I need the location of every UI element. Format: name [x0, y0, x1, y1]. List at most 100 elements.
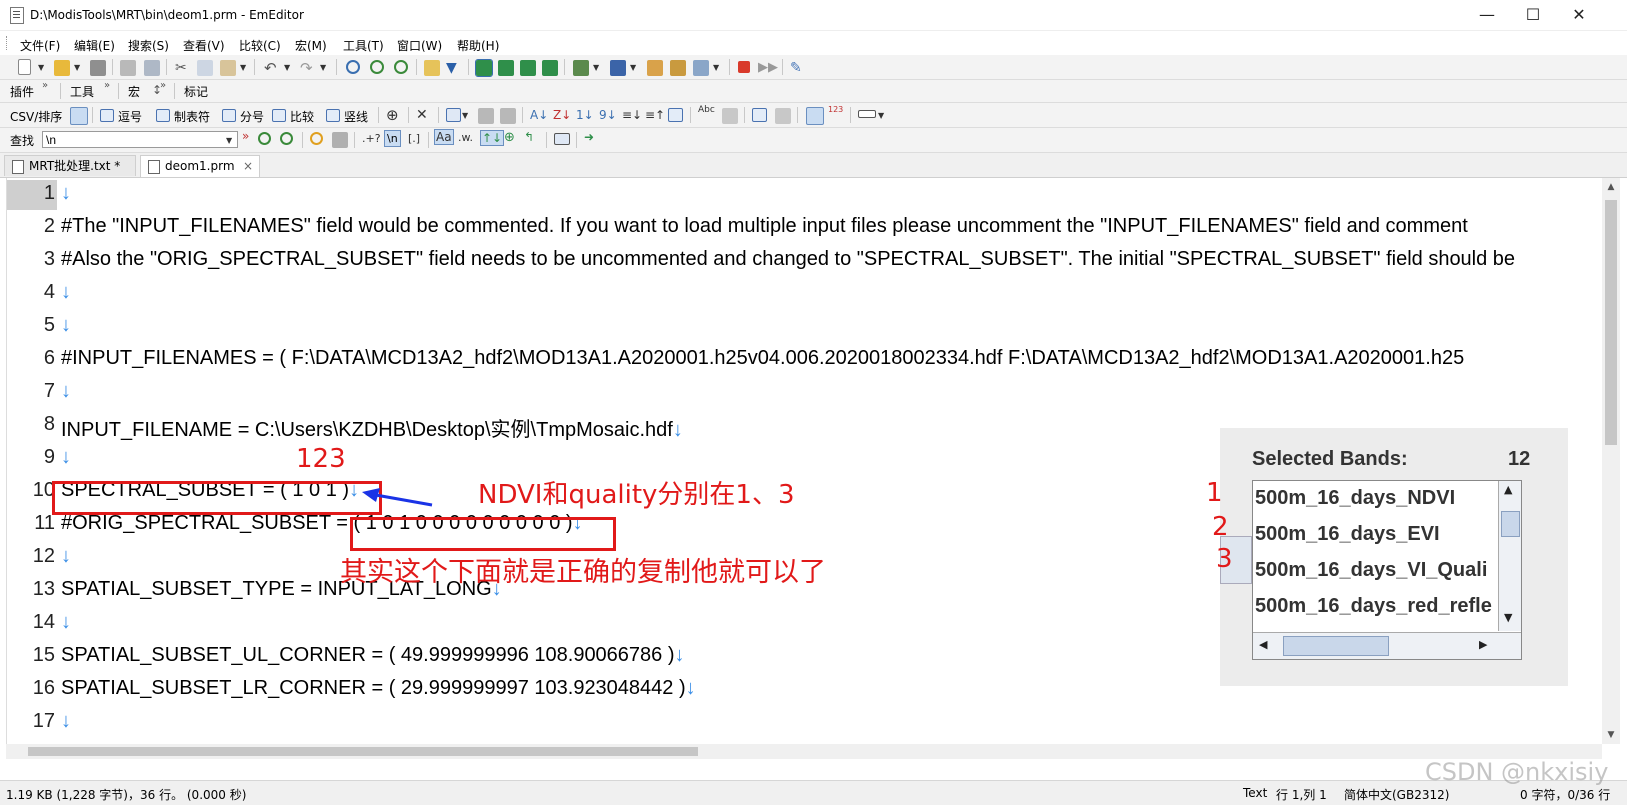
code-line[interactable]: ↓: [61, 545, 71, 568]
paste-icon[interactable]: [220, 60, 236, 76]
sort-length-descending-icon[interactable]: ≡↑: [645, 107, 665, 123]
chevron-down-icon[interactable]: ▼: [226, 136, 232, 145]
menu-tools[interactable]: 工具(T): [343, 37, 384, 54]
scroll-right-icon[interactable]: ▶: [1479, 638, 1487, 651]
code-line[interactable]: SPATIAL_SUBSET_UL_CORNER = ( 49.99999999…: [61, 644, 685, 667]
close-tab-icon[interactable]: ×: [243, 156, 253, 177]
plugins-toolbar-label[interactable]: 插件: [10, 83, 34, 100]
code-line[interactable]: ↓: [61, 446, 71, 469]
word-count-icon[interactable]: [722, 108, 738, 124]
csv-sort-label[interactable]: CSV/排序: [10, 108, 62, 125]
code-line[interactable]: ↓: [61, 182, 71, 205]
chevron-down-icon[interactable]: ▼: [713, 63, 719, 72]
vertical-scrollbar[interactable]: ▲ ▼: [1602, 178, 1620, 744]
band-item[interactable]: 500m_16_days_NDVI: [1255, 487, 1455, 510]
separated-icon[interactable]: [500, 108, 516, 124]
new-file-icon[interactable]: [18, 59, 31, 75]
chevron-down-icon[interactable]: ▼: [878, 111, 884, 120]
marks-toolbar-label[interactable]: 标记: [184, 83, 208, 100]
band-item[interactable]: 500m_16_days_VI_Quali: [1255, 559, 1487, 582]
code-line[interactable]: #INPUT_FILENAMES = ( F:\DATA\MCD13A2_hdf…: [61, 347, 1464, 370]
comma-mode-button[interactable]: 逗号: [118, 108, 142, 125]
print-preview-icon[interactable]: [144, 60, 160, 76]
spell-check-icon[interactable]: Abc: [698, 106, 715, 122]
chevron-down-icon[interactable]: ▼: [630, 63, 636, 72]
find-next-icon[interactable]: [370, 60, 384, 74]
menu-window[interactable]: 窗口(W): [397, 37, 442, 54]
chevron-down-icon[interactable]: ▼: [462, 111, 468, 120]
sort-length-icon[interactable]: ≡↓: [622, 107, 642, 123]
undo-icon[interactable]: ↶: [264, 59, 280, 77]
code-line[interactable]: ↓: [61, 281, 71, 304]
scrollbar-thumb[interactable]: [1605, 200, 1617, 445]
whole-word-icon[interactable]: [.]: [408, 132, 420, 145]
redo-icon[interactable]: ↷: [300, 59, 316, 77]
pipe-mode-button[interactable]: 竖线: [344, 108, 368, 125]
scroll-up-icon[interactable]: ▲: [1504, 483, 1512, 496]
find-in-files-icon[interactable]: [332, 132, 348, 148]
scroll-down-icon[interactable]: ▼: [1602, 726, 1620, 744]
open-folder-icon[interactable]: [54, 60, 70, 76]
mode-status[interactable]: Text: [1243, 786, 1267, 800]
tab-mrt-batch[interactable]: MRT批处理.txt *: [4, 155, 136, 176]
find-previous-icon[interactable]: [394, 60, 408, 74]
code-line[interactable]: ↓: [61, 710, 71, 733]
incremental-search-icon[interactable]: ⊕: [504, 130, 515, 145]
cut-icon[interactable]: ✂: [175, 60, 191, 76]
menu-view[interactable]: 查看(V): [183, 37, 225, 54]
line-numbers-icon[interactable]: [806, 107, 824, 125]
regex-icon[interactable]: .+?: [362, 132, 381, 145]
scroll-down-icon[interactable]: ▼: [1504, 611, 1512, 624]
code-line[interactable]: ↓: [61, 611, 71, 634]
stop-record-icon[interactable]: [738, 61, 750, 73]
configuration-icon[interactable]: [573, 60, 589, 76]
menu-compare[interactable]: 比较(C): [239, 37, 281, 54]
band-item[interactable]: 500m_16_days_red_refle: [1255, 595, 1492, 618]
csv-off-icon[interactable]: [70, 107, 88, 125]
tools-icon[interactable]: ✕: [416, 107, 432, 123]
insert-column-icon[interactable]: ⊕: [386, 107, 402, 123]
match-width-icon[interactable]: .w.: [458, 131, 473, 144]
code-line[interactable]: INPUT_FILENAME = C:\Users\KZDHB\Desktop\…: [61, 413, 683, 442]
filter-icon[interactable]: ▼: [446, 60, 462, 76]
chevron-down-icon[interactable]: ▼: [593, 63, 599, 72]
tools-toolbar-label[interactable]: 工具: [70, 83, 94, 100]
sort-descending-icon[interactable]: Z↓: [553, 107, 571, 123]
menu-macros[interactable]: 宏(M): [295, 37, 327, 54]
cursor-position-status[interactable]: 行 1,列 1: [1276, 786, 1327, 803]
copy-icon[interactable]: [197, 60, 213, 76]
customize-icon[interactable]: [647, 60, 663, 76]
code-line[interactable]: SPATIAL_SUBSET_LR_CORNER = ( 29.99999999…: [61, 677, 696, 700]
find-next-icon[interactable]: [258, 132, 271, 145]
scrollbar-thumb[interactable]: [28, 747, 698, 756]
code-line[interactable]: #The "INPUT_FILENAMES" field would be co…: [61, 215, 1468, 238]
column-icon[interactable]: [446, 108, 461, 122]
settings-icon[interactable]: [670, 60, 686, 76]
scrollbar-thumb[interactable]: [1501, 511, 1520, 537]
search-window-icon[interactable]: [554, 133, 570, 145]
chevron-more-icon[interactable]: »: [160, 80, 166, 91]
bands-horizontal-scrollbar[interactable]: ◀ ▶: [1253, 632, 1521, 659]
wrap-chars-icon[interactable]: [542, 60, 558, 76]
semicolon-mode-button[interactable]: 分号: [240, 108, 264, 125]
chevron-down-icon[interactable]: ▼: [284, 63, 290, 72]
save-icon[interactable]: [90, 60, 106, 76]
minimize-button[interactable]: —: [1464, 0, 1510, 30]
scroll-left-icon[interactable]: ◀: [1259, 638, 1267, 651]
find-previous-icon[interactable]: [280, 132, 293, 145]
fit-columns-icon[interactable]: [478, 108, 494, 124]
tab-separated-mode-button[interactable]: 制表符: [174, 108, 210, 125]
toolbar-options-icon[interactable]: [858, 110, 876, 118]
code-line[interactable]: #Also the "ORIG_SPECTRAL_SUBSET" field n…: [61, 248, 1515, 271]
sort-numeric-ascending-icon[interactable]: 1↓: [576, 107, 594, 123]
scroll-up-icon[interactable]: ▲: [1602, 178, 1620, 196]
horizontal-scrollbar[interactable]: [6, 744, 1602, 759]
bands-vertical-scrollbar[interactable]: ▲ ▼: [1498, 481, 1521, 631]
bands-list[interactable]: 500m_16_days_NDVI 500m_16_days_EVI 500m_…: [1252, 480, 1522, 660]
code-line[interactable]: ↓: [61, 314, 71, 337]
split-window-icon[interactable]: [752, 108, 767, 122]
menu-help[interactable]: 帮助(H): [457, 37, 499, 54]
print-icon[interactable]: [120, 60, 136, 76]
macros-toolbar-label[interactable]: 宏: [128, 83, 140, 100]
chevron-down-icon[interactable]: ▼: [74, 63, 80, 72]
